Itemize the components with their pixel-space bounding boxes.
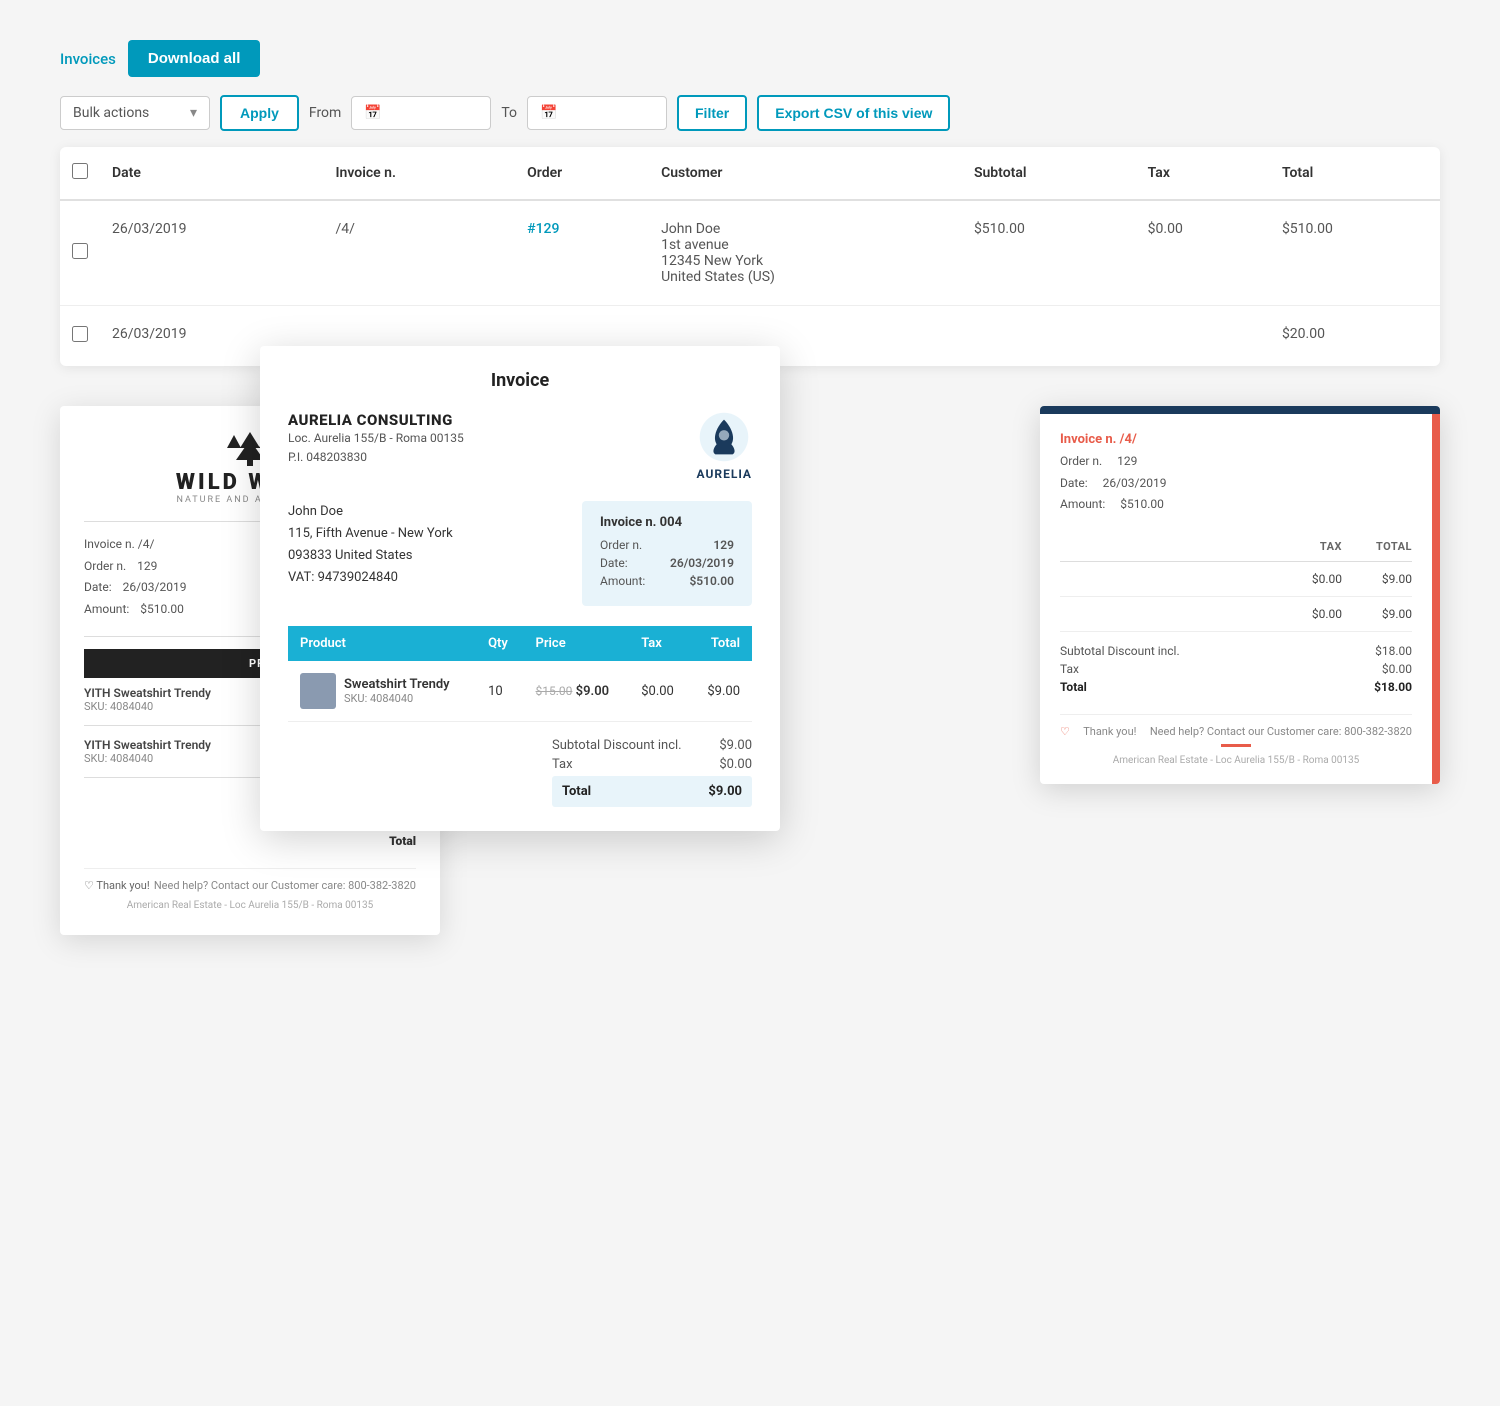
customer-info: John Doe 115, Fifth Avenue - New York 09… — [288, 501, 453, 589]
aurelia-product-row: $0.00 $9.00 — [1060, 597, 1412, 632]
calendar-icon: 📅 — [364, 105, 381, 121]
top-toolbar: Invoices Download all — [60, 40, 1440, 77]
to-label: To — [501, 105, 517, 121]
to-date-input[interactable]: 📅 — [527, 96, 667, 130]
aurelia-product-row: $0.00 $9.00 — [1060, 562, 1412, 597]
aurelia-product-header: TAX TOTAL — [1060, 532, 1412, 562]
product-qty: 10 — [476, 661, 523, 722]
calendar-icon: 📅 — [540, 105, 557, 121]
tax-row: Tax $0.00 — [552, 757, 752, 772]
aurelia-meta: Order n. 129 Date: 26/03/2019 Amount: $5… — [1060, 451, 1412, 516]
company-info: AURELIA CONSULTING Loc. Aurelia 155/B - … — [288, 411, 464, 467]
col-tax: Tax — [1136, 147, 1270, 200]
aurelia-footer-thank: Thank you! — [1083, 725, 1136, 738]
cell-invoice-n: /4/ — [324, 200, 516, 306]
aurelia-inv-num: Invoice n. /4/ — [1060, 432, 1412, 447]
subtotal-row: Subtotal Discount incl. $9.00 — [552, 738, 752, 753]
col-date: Date — [100, 147, 324, 200]
apply-button[interactable]: Apply — [220, 95, 299, 131]
logo-text: AURELIA — [697, 467, 752, 481]
invoice-table-wrapper: Date Invoice n. Order Customer Subtotal … — [60, 147, 1440, 366]
aurelia-top-border — [1040, 406, 1440, 414]
product-name: Sweatshirt Trendy — [344, 677, 450, 692]
cell-date: 26/03/2019 — [100, 200, 324, 306]
cell-total: $20.00 — [1270, 306, 1440, 367]
invoice-date-row: Date: 26/03/2019 — [600, 556, 734, 570]
ww-footer: ♡ Thank you! Need help? Contact our Cust… — [84, 868, 416, 892]
aurelia-footer-help: Need help? Contact our Customer care: 80… — [1150, 725, 1412, 738]
cell-total: $510.00 — [1270, 200, 1440, 306]
invoice-modal: Invoice AURELIA CONSULTING Loc. Aurelia … — [260, 346, 780, 831]
heart-icon: ♡ Thank you! — [84, 879, 150, 892]
orange-bar — [1221, 744, 1251, 747]
company-logo: AURELIA — [697, 411, 752, 481]
invoice-info-box: Invoice n. 004 Order n. 129 Date: 26/03/… — [582, 501, 752, 606]
col-order: Order — [515, 147, 649, 200]
cell-subtotal — [962, 306, 1136, 367]
from-date-input[interactable]: 📅 — [351, 96, 491, 130]
company-address: Loc. Aurelia 155/B - Roma 00135 P.I. 048… — [288, 429, 464, 467]
product-price: $15.00 $9.00 — [524, 661, 630, 722]
cell-order[interactable]: #129 — [527, 221, 559, 237]
col-total: Total — [1270, 147, 1440, 200]
company-name: AURELIA CONSULTING — [288, 411, 464, 429]
product-total: $9.00 — [691, 661, 752, 722]
total-row: Total $9.00 — [552, 776, 752, 807]
aurelia-totals: Subtotal Discount incl. $18.00 Tax $0.00… — [1060, 644, 1412, 694]
invoices-link[interactable]: Invoices — [60, 50, 116, 68]
product-tax: $0.00 — [629, 661, 690, 722]
cell-tax: $0.00 — [1136, 200, 1270, 306]
row-checkbox[interactable] — [72, 326, 88, 342]
cell-subtotal: $510.00 — [962, 200, 1136, 306]
filter-bar: Bulk actions ▾ Apply From 📅 To 📅 Filter … — [60, 95, 1440, 131]
filter-button[interactable]: Filter — [677, 95, 747, 131]
export-csv-button[interactable]: Export CSV of this view — [757, 95, 950, 131]
select-all-checkbox[interactable] — [72, 163, 88, 179]
bulk-actions-label: Bulk actions — [73, 105, 149, 121]
modal-totals: Subtotal Discount incl. $9.00 Tax $0.00 … — [288, 738, 752, 807]
product-thumbnail — [300, 673, 336, 709]
cell-customer: John Doe1st avenue12345 New YorkUnited S… — [649, 200, 962, 306]
from-label: From — [309, 105, 341, 121]
aurelia-right-accent — [1432, 414, 1440, 784]
chevron-down-icon: ▾ — [190, 105, 197, 121]
invoice-customer-section: John Doe 115, Fifth Avenue - New York 09… — [288, 501, 752, 606]
invoice-amount-row: Amount: $510.00 — [600, 574, 734, 588]
col-price: Price — [524, 626, 630, 661]
col-total: Total — [691, 626, 752, 661]
row-checkbox[interactable] — [72, 243, 88, 259]
ww-footer-help: Need help? Contact our Customer care: 80… — [154, 879, 416, 892]
col-subtotal: Subtotal — [962, 147, 1136, 200]
col-invoice-n: Invoice n. — [324, 147, 516, 200]
aurelia-invoice: Invoice n. /4/ Order n. 129 Date: 26/03/… — [1040, 406, 1440, 784]
documents-area: WILD WOOD NATURE AND ADVENTURE Invoice n… — [60, 346, 1440, 986]
bulk-actions-select[interactable]: Bulk actions ▾ — [60, 96, 210, 130]
invoice-info-title: Invoice n. 004 — [600, 515, 734, 530]
invoice-order-row: Order n. 129 — [600, 538, 734, 552]
cell-tax — [1136, 306, 1270, 367]
col-product: Product — [288, 626, 476, 661]
col-qty: Qty — [476, 626, 523, 661]
aurelia-content: Invoice n. /4/ Order n. 129 Date: 26/03/… — [1040, 414, 1440, 784]
col-tax: Tax — [629, 626, 690, 661]
heart-icon: ♡ — [1060, 725, 1070, 738]
product-cell: Sweatshirt Trendy SKU: 4084040 — [300, 673, 464, 709]
aurelia-footer: ♡ Thank you! Need help? Contact our Cust… — [1060, 714, 1412, 738]
invoice-table: Date Invoice n. Order Customer Subtotal … — [60, 147, 1440, 366]
invoice-modal-title: Invoice — [288, 370, 752, 391]
product-row: Sweatshirt Trendy SKU: 4084040 10 $15.00… — [288, 661, 752, 722]
invoice-modal-header: AURELIA CONSULTING Loc. Aurelia 155/B - … — [288, 411, 752, 481]
product-table: Product Qty Price Tax Total Sweatshirt T… — [288, 626, 752, 722]
product-sku: SKU: 4084040 — [344, 692, 450, 705]
aurelia-footer-address: American Real Estate - Loc Aurelia 155/B… — [1060, 755, 1412, 766]
ww-footer-address: American Real Estate - Loc Aurelia 155/B… — [84, 900, 416, 911]
table-row: 26/03/2019 /4/ #129 John Doe1st avenue12… — [60, 200, 1440, 306]
download-all-button[interactable]: Download all — [128, 40, 261, 77]
col-customer: Customer — [649, 147, 962, 200]
